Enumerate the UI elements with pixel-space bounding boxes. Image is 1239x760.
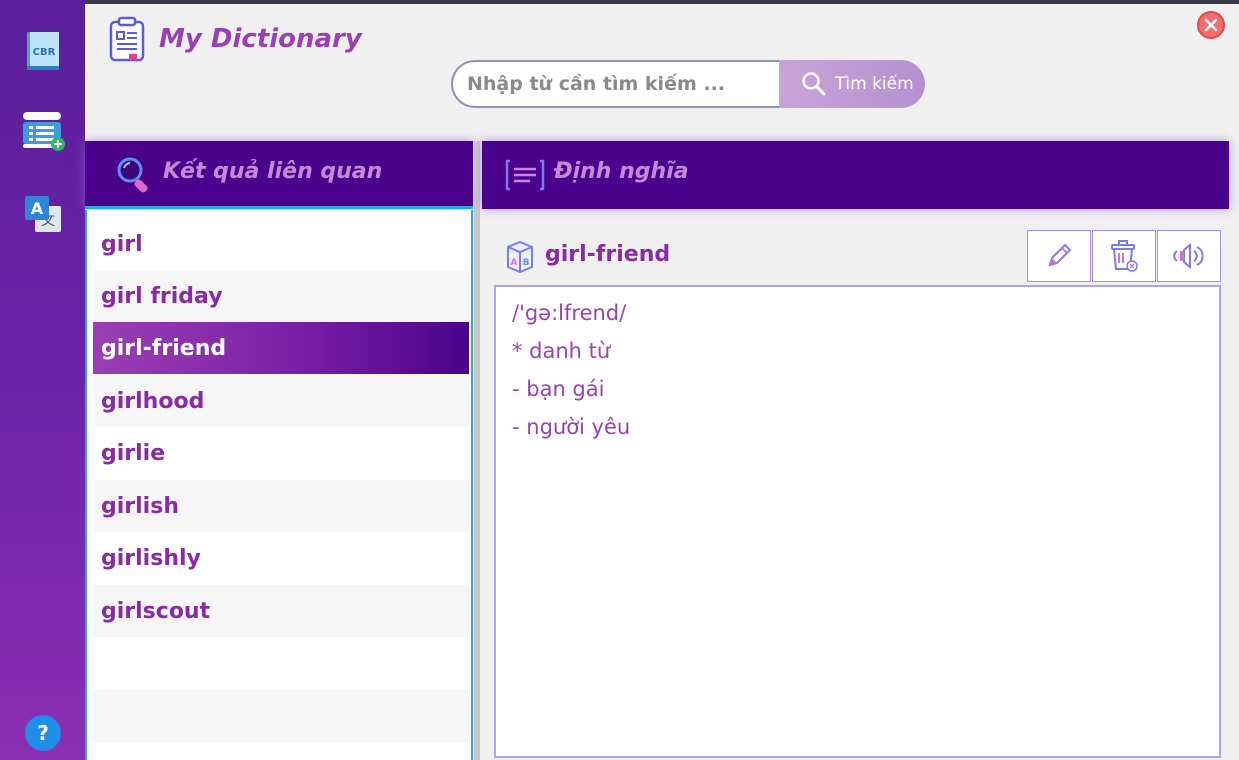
meaning-line: - người yêu xyxy=(512,415,631,439)
close-icon xyxy=(1204,18,1218,32)
pencil-icon xyxy=(1048,243,1072,267)
search-button-label: Tìm kiếm xyxy=(835,74,914,94)
speaker-icon xyxy=(1173,242,1204,270)
sidebar: CBR 文 A ? xyxy=(0,0,85,760)
result-item[interactable]: girlscout xyxy=(93,585,469,637)
search-icon xyxy=(802,72,826,96)
search-input[interactable] xyxy=(451,60,781,108)
result-item-empty xyxy=(93,637,469,689)
speak-button[interactable] xyxy=(1157,230,1221,282)
svg-text:?: ? xyxy=(37,721,49,745)
results-list: girl girl friday girl-friend girlhood gi… xyxy=(85,210,473,760)
magnifier-icon xyxy=(115,155,155,195)
definition-header: Định nghĩa xyxy=(482,141,1229,209)
svg-text:CBR: CBR xyxy=(33,47,56,58)
definition-content[interactable]: /'gə:lfrend/ * danh từ - bạn gái - người… xyxy=(494,285,1221,758)
help-icon[interactable]: ? xyxy=(24,714,62,752)
definition-header-title: Định nghĩa xyxy=(554,159,689,184)
results-panel: Kết quả liên quan girl girl friday girl-… xyxy=(85,141,473,760)
dictionary-icon xyxy=(107,16,147,64)
main-window: My Dictionary Tìm kiếm Kết xyxy=(85,4,1239,760)
result-item-selected[interactable]: girl-friend xyxy=(93,322,469,374)
translate-icon[interactable]: 文 A xyxy=(21,192,65,236)
edit-button[interactable] xyxy=(1027,230,1091,282)
results-header-title: Kết quả liên quan xyxy=(163,159,383,184)
word-type-line: * danh từ xyxy=(512,339,611,363)
svg-text:A: A xyxy=(511,258,518,268)
abc-blocks-icon: A B xyxy=(504,239,536,274)
result-item[interactable]: girlhood xyxy=(93,375,469,427)
definition-panel: Định nghĩa A B girl-friend /'gə:lfrend/ … xyxy=(482,141,1229,760)
result-item[interactable]: girlie xyxy=(93,427,469,479)
text-lines-icon xyxy=(504,158,546,192)
pronunciation-line: /'gə:lfrend/ xyxy=(512,301,627,325)
result-item[interactable]: girlishly xyxy=(93,532,469,584)
panel-splitter[interactable] xyxy=(474,141,480,760)
search-button[interactable]: Tìm kiếm xyxy=(779,60,925,108)
meaning-line: - bạn gái xyxy=(512,377,605,401)
result-item[interactable]: girl friday xyxy=(93,270,469,322)
selected-word-title: girl-friend xyxy=(545,242,671,267)
search-bar: Tìm kiếm xyxy=(451,60,925,108)
result-item[interactable]: girlish xyxy=(93,480,469,532)
svg-text:B: B xyxy=(523,258,530,268)
app-title: My Dictionary xyxy=(159,24,362,54)
trash-icon xyxy=(1111,240,1138,272)
close-button[interactable] xyxy=(1197,11,1225,39)
result-item-empty xyxy=(93,690,469,742)
delete-button[interactable] xyxy=(1092,230,1156,282)
add-list-icon[interactable] xyxy=(21,108,65,152)
results-header: Kết quả liên quan xyxy=(85,141,473,209)
cbr-book-icon[interactable]: CBR xyxy=(21,28,65,72)
result-item[interactable]: girl xyxy=(93,218,469,270)
svg-text:A: A xyxy=(31,199,44,218)
